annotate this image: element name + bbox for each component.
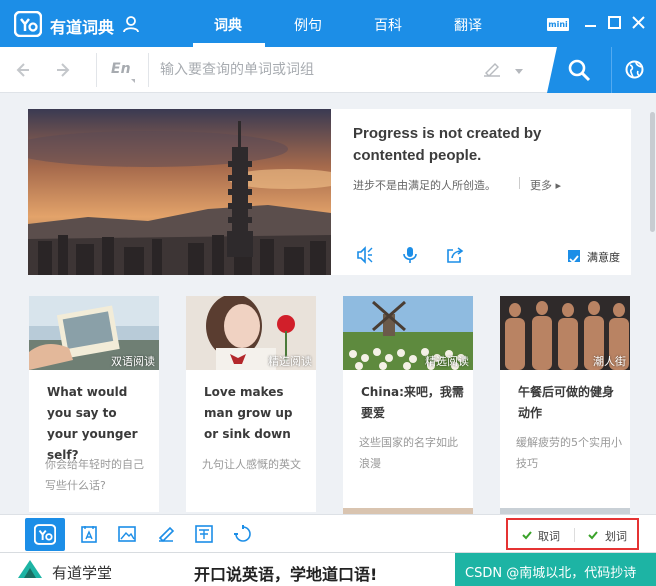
dropdown-caret-icon[interactable]: [515, 69, 523, 74]
capture-options-group: 取词 划词: [506, 518, 639, 550]
satisfaction-checkbox[interactable]: [568, 250, 580, 264]
tab-dictionary[interactable]: 词典: [214, 15, 242, 35]
search-bar: En: [0, 47, 656, 93]
divider: [519, 177, 520, 189]
caret-icon: [131, 79, 135, 83]
reading-card[interactable]: 潮人街 午餐后可做的健身动作 缓解疲劳的5个实用小技巧: [500, 296, 630, 512]
tab-examples[interactable]: 例句: [294, 15, 322, 35]
check-icon: [588, 531, 598, 540]
fetch-word-toggle[interactable]: 取词: [538, 528, 560, 544]
tab-encyclopedia[interactable]: 百科: [374, 15, 402, 35]
close-icon[interactable]: [630, 14, 648, 32]
sentence-english[interactable]: Progress is not created by contented peo…: [353, 123, 613, 167]
share-icon[interactable]: [446, 246, 464, 264]
youdao-academy-logo-icon: [18, 560, 42, 578]
app-title: 有道词典: [50, 18, 115, 37]
divider: [574, 528, 575, 542]
dictionary-mode-button[interactable]: [25, 518, 65, 551]
search-button[interactable]: [547, 47, 611, 93]
web-search-button[interactable]: [611, 47, 656, 93]
card-description: 缓解疲劳的5个实用小技巧: [516, 436, 622, 470]
check-icon: [569, 255, 579, 264]
microphone-icon[interactable]: [401, 246, 419, 264]
youdao-logo-icon: [34, 524, 56, 545]
translate-doc-icon[interactable]: [194, 524, 214, 544]
card-tag: 潮人街: [593, 355, 626, 368]
reading-card[interactable]: 精选阅读 China:来吧，我需要爱 这些国家的名字如此浪漫: [343, 296, 473, 512]
mini-mode-button[interactable]: mini: [547, 18, 569, 31]
speaker-icon[interactable]: [356, 246, 374, 264]
card-description: 你会给年轻时的自己写些什么话?: [45, 458, 144, 492]
card-title[interactable]: Love makes man grow up or sink down: [204, 382, 308, 445]
language-selector[interactable]: En: [111, 61, 131, 77]
card-title[interactable]: 午餐后可做的健身动作: [518, 382, 622, 424]
more-link[interactable]: 更多 ▸: [530, 177, 561, 193]
select-word-toggle[interactable]: 划词: [605, 528, 627, 544]
globe-icon: [625, 60, 644, 79]
minimize-icon[interactable]: [582, 14, 600, 32]
card-title[interactable]: China:来吧，我需要爱: [361, 382, 465, 424]
card-tag: 精选阅读: [425, 355, 469, 368]
divider: [148, 53, 149, 87]
sentence-translation: 进步不是由满足的人所创造。: [353, 179, 496, 192]
divider: [96, 53, 97, 87]
pen-note-icon[interactable]: [156, 524, 176, 544]
reading-card[interactable]: 双语阅读 What would you say to your younger …: [29, 296, 159, 512]
maximize-icon[interactable]: [606, 14, 624, 32]
image-translate-icon[interactable]: [117, 524, 137, 544]
search-icon: [568, 59, 591, 82]
card-tag: 双语阅读: [111, 355, 155, 368]
card-tag: 精选阅读: [268, 355, 312, 368]
ad-banner[interactable]: 有道学堂 开口说英语，学地道口语! CSDN @南城以北，代码抄诗: [0, 552, 656, 586]
back-arrow-icon[interactable]: [12, 61, 32, 79]
title-bar: 有道词典 词典 例句 百科 翻译 mini: [0, 0, 656, 47]
scrollbar-thumb[interactable]: [650, 112, 655, 232]
satisfaction-label: 满意度: [587, 251, 620, 264]
check-icon: [522, 531, 532, 540]
handwriting-pen-icon[interactable]: [482, 61, 502, 79]
youdao-logo-icon: [14, 11, 42, 37]
search-input[interactable]: [160, 59, 460, 81]
more-label: 更多: [530, 179, 552, 192]
sync-icon[interactable]: [233, 524, 253, 544]
watermark-text: CSDN @南城以北，代码抄诗: [465, 566, 637, 581]
bottom-toolbar: 取词 划词: [0, 514, 656, 552]
user-icon[interactable]: [122, 15, 140, 33]
forward-arrow-icon[interactable]: [54, 61, 74, 79]
city-skyline-image: [28, 109, 331, 275]
card-description: 这些国家的名字如此浪漫: [359, 436, 458, 470]
ad-slogan: 开口说英语，学地道口语!: [194, 565, 378, 584]
daily-sentence-card: Progress is not created by contented peo…: [28, 109, 631, 275]
tab-translate[interactable]: 翻译: [454, 15, 482, 35]
card-description: 九句让人感慨的英文: [202, 458, 301, 471]
word-book-icon[interactable]: [79, 524, 99, 544]
reading-card[interactable]: 精选阅读 Love makes man grow up or sink down…: [186, 296, 316, 512]
ad-brand: 有道学堂: [52, 564, 113, 582]
